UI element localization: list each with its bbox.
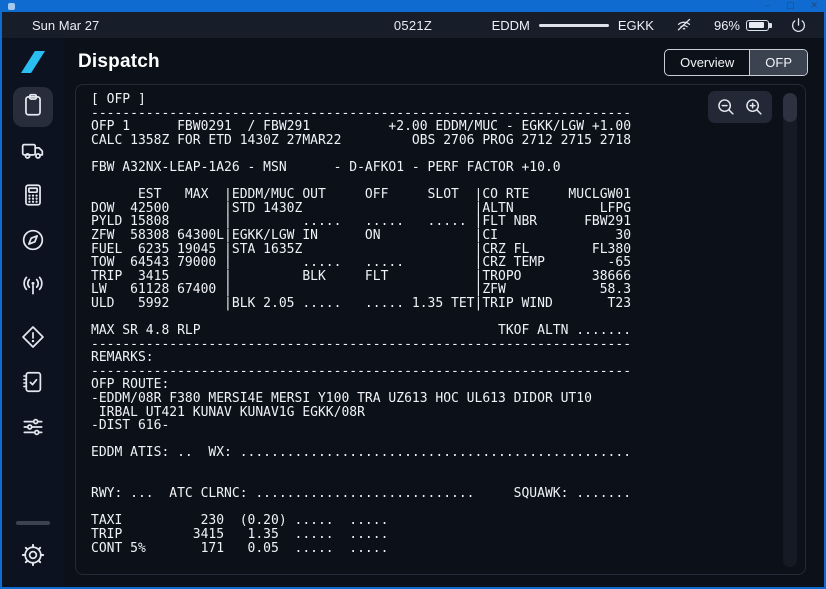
sidebar-item-atc[interactable] xyxy=(13,267,53,307)
wifi-off-icon xyxy=(674,16,694,34)
sidebar-item-checklists[interactable] xyxy=(13,364,53,404)
sidebar xyxy=(2,38,64,587)
sidebar-item-settings[interactable] xyxy=(13,537,53,577)
ofp-text: [ OFP ] --------------------------------… xyxy=(76,85,805,574)
sidebar-divider xyxy=(16,521,50,525)
power-button[interactable] xyxy=(789,16,808,35)
view-toggle: Overview OFP xyxy=(664,49,808,76)
tab-ofp[interactable]: OFP xyxy=(749,50,807,75)
flight-progress: EDDM EGKK xyxy=(492,18,654,33)
sidebar-item-ground[interactable] xyxy=(13,132,53,172)
airline-logo xyxy=(21,51,45,73)
battery-icon xyxy=(746,20,769,31)
checklist-icon xyxy=(20,369,46,400)
calculator-icon xyxy=(20,182,46,213)
zoom-controls xyxy=(708,91,772,123)
window-close-button[interactable]: ✕ xyxy=(810,2,818,11)
page-header: Dispatch Overview OFP xyxy=(64,38,824,84)
main-content: Dispatch Overview OFP [ OFP ] ----------… xyxy=(64,38,824,587)
gear-icon xyxy=(20,542,46,573)
status-time-utc: 0521Z xyxy=(394,18,432,33)
truck-icon xyxy=(20,137,46,168)
window-minimize-button[interactable]: – xyxy=(765,2,770,11)
sidebar-item-navigation[interactable] xyxy=(13,222,53,262)
page-title: Dispatch xyxy=(78,51,160,73)
origin-code: EDDM xyxy=(492,18,530,33)
clipboard-icon xyxy=(20,92,46,123)
ofp-panel: [ OFP ] --------------------------------… xyxy=(75,84,806,575)
sidebar-item-performance[interactable] xyxy=(13,177,53,217)
status-date: Sun Mar 27 xyxy=(32,18,99,33)
compass-icon xyxy=(20,227,46,258)
sidebar-item-dispatch[interactable] xyxy=(13,87,53,127)
window-titlebar: – ▢ ✕ xyxy=(2,0,824,12)
zoom-out-button[interactable] xyxy=(715,96,737,118)
sidebar-item-presets[interactable] xyxy=(13,409,53,449)
battery-percent: 96% xyxy=(714,18,740,33)
broadcast-icon xyxy=(20,272,46,303)
scrollbar-thumb[interactable] xyxy=(783,93,797,122)
sliders-icon xyxy=(20,414,46,445)
efb-window: – ▢ ✕ Sun Mar 27 0521Z EDDM EGKK xyxy=(0,0,826,589)
destination-code: EGKK xyxy=(618,18,654,33)
app-icon xyxy=(8,3,15,10)
scrollbar-track[interactable] xyxy=(783,93,797,567)
zoom-in-button[interactable] xyxy=(743,96,765,118)
warning-diamond-icon xyxy=(20,324,46,355)
flight-progress-bar xyxy=(539,24,609,27)
status-bar: Sun Mar 27 0521Z EDDM EGKK 96% xyxy=(2,12,824,38)
sidebar-item-failures[interactable] xyxy=(13,319,53,359)
tab-overview[interactable]: Overview xyxy=(665,50,749,75)
window-maximize-button[interactable]: ▢ xyxy=(786,2,795,11)
